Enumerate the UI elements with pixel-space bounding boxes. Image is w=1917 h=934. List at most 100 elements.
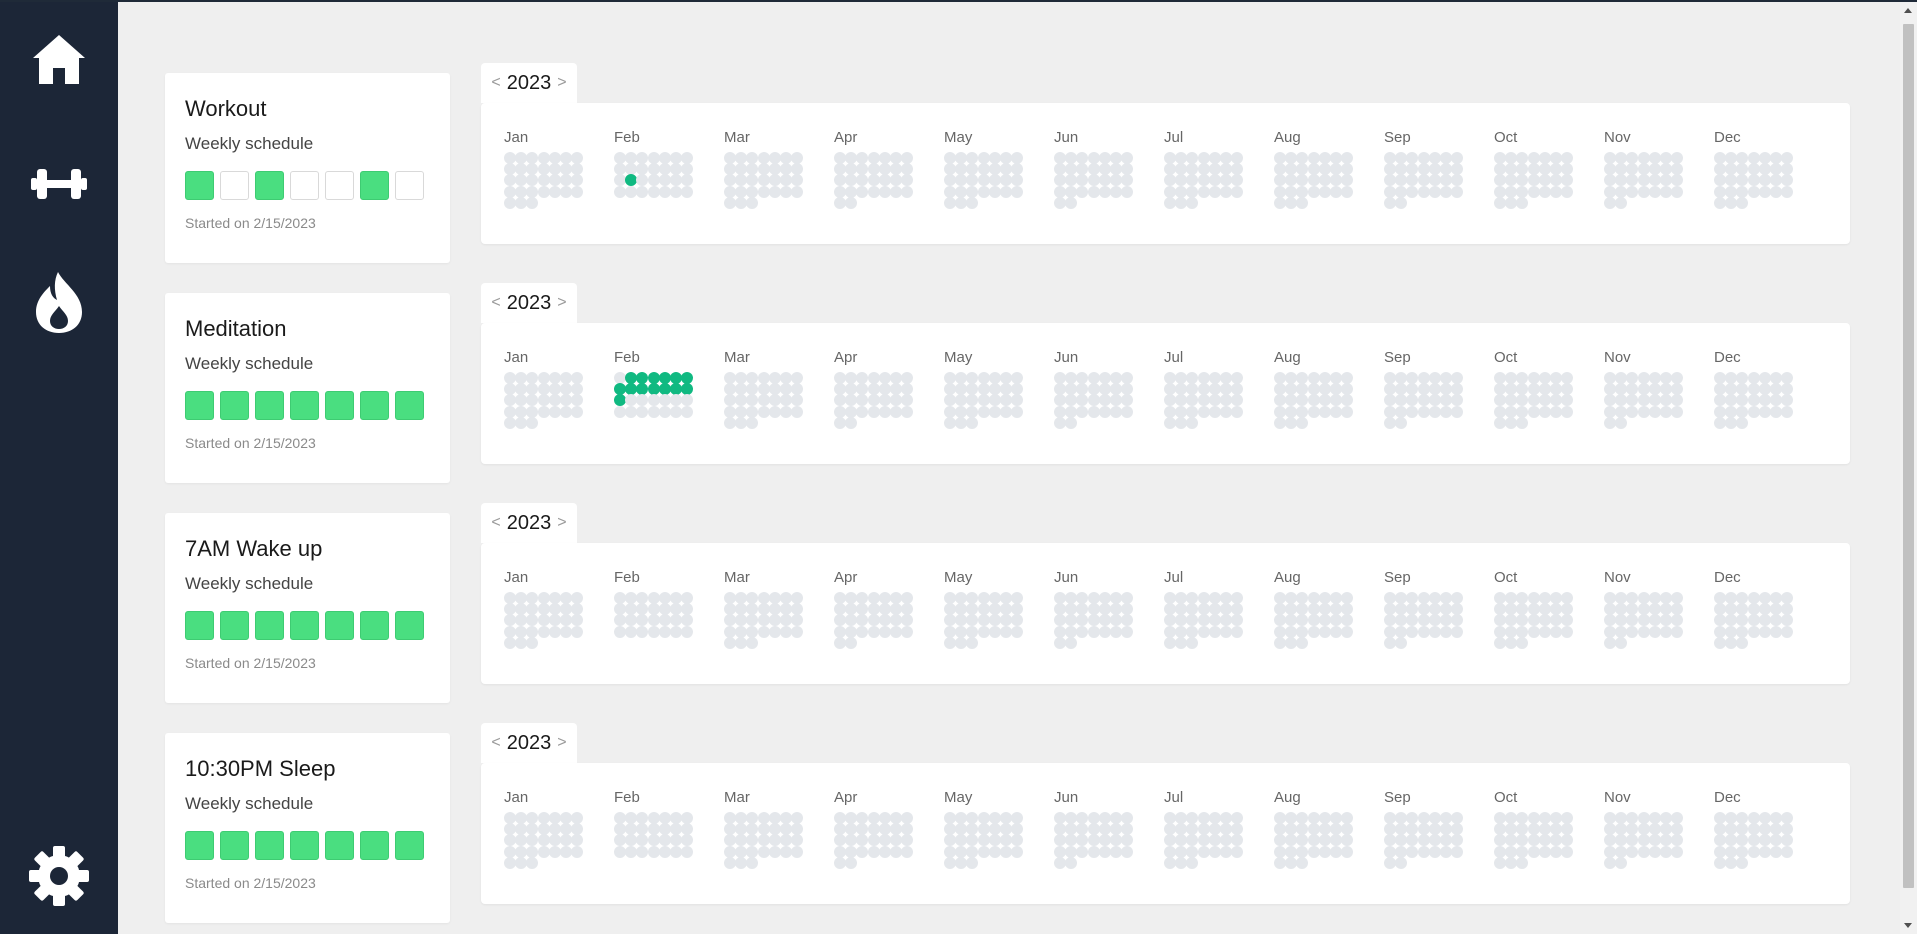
calendar-day-dot[interactable] [1098,603,1111,616]
calendar-day-dot[interactable] [1307,163,1320,176]
calendar-day-dot[interactable] [1736,834,1749,847]
calendar-day-dot[interactable] [670,834,682,847]
calendar-day-dot[interactable] [1451,834,1464,847]
calendar-day-dot[interactable] [955,614,968,627]
calendar-day-dot[interactable] [724,185,736,198]
calendar-day-dot[interactable] [1307,152,1320,164]
calendar-day-dot[interactable] [1110,812,1122,824]
calendar-day-dot[interactable] [856,383,869,396]
calendar-day-dot[interactable] [1615,625,1628,638]
calendar-day-dot[interactable] [735,372,748,384]
calendar-day-dot[interactable] [791,625,804,638]
calendar-day-dot[interactable] [901,185,914,198]
calendar-day-dot[interactable] [1781,845,1794,858]
calendar-day-dot[interactable] [1197,823,1210,836]
calendar-day-dot[interactable] [614,405,626,418]
calendar-day-dot[interactable] [1318,592,1331,604]
calendar-day-dot[interactable] [1781,625,1794,638]
calendar-day-dot[interactable] [1505,845,1518,858]
calendar-day-dot[interactable] [768,603,781,616]
calendar-day-dot[interactable] [1208,625,1221,638]
calendar-day-dot[interactable] [1011,603,1024,616]
calendar-day-dot[interactable] [515,152,528,164]
calendar-day-dot[interactable] [681,163,694,176]
weekday-toggle[interactable] [395,171,424,200]
calendar-day-dot[interactable] [1660,405,1672,418]
calendar-day-dot[interactable] [791,845,804,858]
calendar-day-dot[interactable] [955,174,968,187]
calendar-day-dot[interactable] [1505,394,1518,407]
calendar-day-dot[interactable] [670,625,682,638]
calendar-day-dot[interactable] [1054,196,1066,209]
calendar-day-dot[interactable] [944,372,956,384]
calendar-day-dot[interactable] [1417,383,1430,396]
calendar-day-dot[interactable] [1110,394,1122,407]
calendar-day-dot[interactable] [1505,405,1518,418]
calendar-day-dot[interactable] [1538,152,1551,164]
calendar-day-dot[interactable] [658,185,671,198]
calendar-day-dot[interactable] [1087,405,1100,418]
calendar-day-dot[interactable] [746,416,759,429]
calendar-day-dot[interactable] [1065,174,1078,187]
calendar-day-dot[interactable] [966,636,979,649]
weekday-toggle[interactable] [255,391,284,420]
calendar-day-dot[interactable] [1186,592,1199,604]
calendar-day-dot[interactable] [746,625,759,638]
calendar-day-dot[interactable] [1231,614,1244,627]
calendar-day-dot[interactable] [1054,834,1066,847]
calendar-day-dot[interactable] [977,614,990,627]
calendar-day-dot[interactable] [1648,383,1661,396]
calendar-day-dot[interactable] [1451,174,1464,187]
calendar-day-dot[interactable] [867,603,880,616]
calendar-day-dot[interactable] [1098,405,1111,418]
calendar-day-dot[interactable] [670,405,682,418]
calendar-day-dot[interactable] [988,174,1001,187]
calendar-day-dot[interactable] [515,383,528,396]
calendar-day-dot[interactable] [1736,163,1749,176]
calendar-day-dot[interactable] [746,163,759,176]
calendar-day-dot[interactable] [515,823,528,836]
calendar-day-dot[interactable] [1660,394,1672,407]
calendar-day-dot[interactable] [647,834,660,847]
calendar-day-dot[interactable] [658,625,671,638]
calendar-day-dot[interactable] [878,834,891,847]
calendar-day-dot[interactable] [504,856,516,869]
calendar-day-dot[interactable] [1011,394,1024,407]
calendar-day-dot[interactable] [1758,603,1771,616]
calendar-day-dot[interactable] [1121,383,1134,396]
calendar-day-dot[interactable] [988,625,1001,638]
calendar-day-dot[interactable] [1758,152,1771,164]
weekday-toggle[interactable] [395,831,424,860]
calendar-day-dot[interactable] [1341,405,1354,418]
calendar-day-dot[interactable] [1494,625,1506,638]
calendar-day-dot[interactable] [988,372,1001,384]
calendar-day-dot[interactable] [977,834,990,847]
calendar-day-dot[interactable] [1330,174,1342,187]
calendar-day-dot[interactable] [1395,636,1408,649]
calendar-day-dot[interactable] [1076,625,1089,638]
calendar-day-dot[interactable] [791,603,804,616]
calendar-day-dot[interactable] [1164,383,1176,396]
calendar-day-dot[interactable] [1406,152,1419,164]
calendar-day-dot[interactable] [988,614,1001,627]
calendar-day-dot[interactable] [647,614,660,627]
calendar-day-dot[interactable] [625,812,638,824]
calendar-day-dot[interactable] [1341,614,1354,627]
calendar-day-dot[interactable] [1626,383,1639,396]
calendar-day-dot[interactable] [1208,614,1221,627]
calendar-day-dot[interactable] [1714,405,1726,418]
calendar-day-dot[interactable] [1758,163,1771,176]
calendar-day-dot[interactable] [1220,603,1232,616]
calendar-day-dot[interactable] [1121,174,1134,187]
calendar-day-dot[interactable] [1011,185,1024,198]
calendar-day-dot[interactable] [780,614,792,627]
calendar-day-dot[interactable] [746,614,759,627]
calendar-day-dot[interactable] [515,174,528,187]
calendar-day-dot[interactable] [1604,372,1616,384]
habit-card[interactable]: Meditation Weekly schedule Started on 2/15… [165,293,450,483]
calendar-day-dot[interactable] [1110,163,1122,176]
calendar-day-dot[interactable] [1725,185,1738,198]
calendar-day-dot[interactable] [780,163,792,176]
calendar-day-dot[interactable] [1307,394,1320,407]
calendar-day-dot[interactable] [1197,174,1210,187]
